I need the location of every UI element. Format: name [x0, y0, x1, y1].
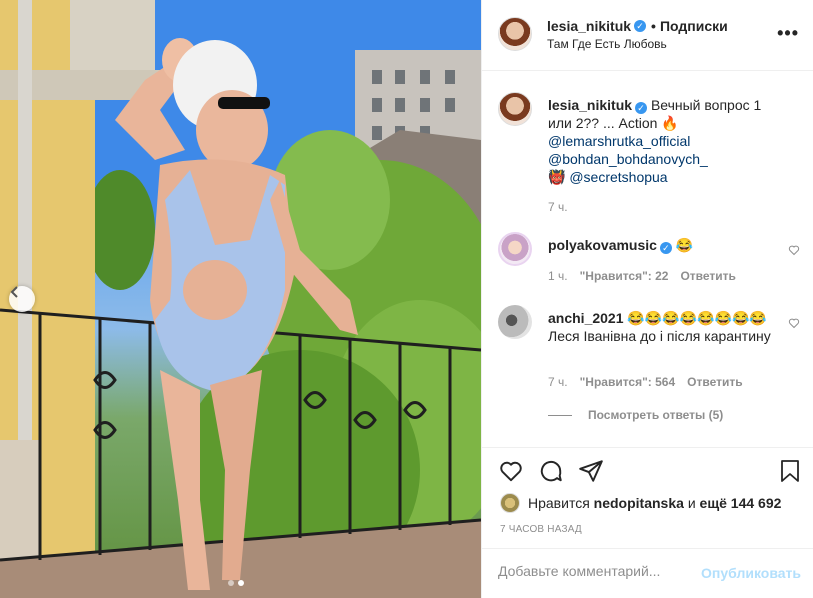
caption-avatar[interactable]: [498, 92, 532, 126]
comment-item: polyakovamusic ✓ 😂 1 ч. "Нравится": 22 От…: [498, 232, 800, 292]
post-header: lesia_nikituk ✓ • Подписки Там Где Есть …: [482, 0, 813, 71]
mention-link[interactable]: @secretshopua: [569, 169, 667, 185]
carousel-indicator: [228, 580, 244, 586]
commenter-avatar[interactable]: [498, 232, 532, 266]
author-username[interactable]: lesia_nikituk: [547, 18, 631, 34]
verified-icon: ✓: [634, 20, 647, 32]
share-icon[interactable]: [578, 458, 604, 484]
view-replies-button[interactable]: Посмотреть ответы (5): [548, 408, 723, 422]
caption-meta: 7 ч.: [548, 200, 568, 214]
comment-time[interactable]: 1 ч.: [548, 269, 568, 283]
more-icon: •••: [777, 23, 799, 43]
post-side-panel: lesia_nikituk ✓ • Подписки Там Где Есть …: [481, 0, 813, 598]
verified-icon: ✓: [635, 102, 648, 114]
post-photo[interactable]: [0, 0, 481, 598]
view-replies-label: Посмотреть ответы (5): [588, 408, 724, 422]
previous-photo-button[interactable]: [9, 286, 35, 312]
carousel-dot-active: [238, 580, 244, 586]
replies-divider: [548, 414, 572, 416]
add-comment-bar: Опубликовать: [482, 548, 813, 598]
comment-icon[interactable]: [538, 458, 564, 484]
carousel-dot: [228, 580, 234, 586]
comment-time[interactable]: 7 ч.: [548, 375, 568, 389]
liker-username[interactable]: nedopitanska: [594, 495, 684, 511]
liker-avatar[interactable]: [500, 493, 520, 513]
comment-likes[interactable]: "Нравится": 564: [580, 375, 676, 389]
caption-author[interactable]: lesia_nikituk: [548, 97, 632, 113]
caption-time[interactable]: 7 ч.: [548, 200, 568, 214]
likes-count[interactable]: ещё 144 692: [700, 495, 782, 511]
heart-icon[interactable]: [788, 244, 800, 256]
comment-item: anchi_2021 😂😂😂😂😂😂😂😂Леся Іванівна до і пі…: [498, 305, 800, 415]
heart-icon[interactable]: [498, 458, 524, 484]
heart-icon[interactable]: [788, 317, 800, 329]
commenter-avatar[interactable]: [498, 305, 532, 339]
separator-dot: •: [651, 18, 656, 34]
comment-likes[interactable]: "Нравится": 22: [580, 269, 669, 283]
post-location[interactable]: Там Где Есть Любовь: [547, 37, 667, 51]
more-options-button[interactable]: •••: [777, 24, 799, 42]
comment-text: 😂: [675, 237, 694, 253]
verified-icon: ✓: [659, 242, 672, 254]
mention-link[interactable]: @lemarshrutka_official: [548, 133, 690, 149]
caption: lesia_nikituk ✓ Вечный вопрос 1 или 2?? .…: [498, 92, 798, 222]
publish-button[interactable]: Опубликовать: [701, 565, 801, 581]
likes-summary: Нравится nedopitanska и ещё 144 692: [500, 493, 781, 513]
comment-author[interactable]: polyakovamusic: [548, 237, 657, 253]
bookmark-icon[interactable]: [778, 458, 802, 484]
author-avatar[interactable]: [498, 17, 532, 51]
comments-list[interactable]: lesia_nikituk ✓ Вечный вопрос 1 или 2?? .…: [482, 72, 813, 447]
mention-emoji: 👹: [548, 169, 566, 185]
following-button[interactable]: Подписки: [660, 18, 728, 34]
comment-author[interactable]: anchi_2021: [548, 310, 624, 326]
likes-middle: и: [687, 495, 696, 511]
photo-illustration: [0, 0, 481, 598]
chevron-left-icon: [10, 286, 18, 298]
post-actions: Нравится nedopitanska и ещё 144 692 7 ЧА…: [482, 447, 813, 542]
comment-meta: 7 ч. "Нравится": 564 Ответить: [548, 375, 743, 389]
reply-button[interactable]: Ответить: [680, 269, 735, 283]
mention-link[interactable]: @bohdan_bohdanovych_: [548, 151, 708, 167]
likes-prefix: Нравится: [528, 495, 590, 511]
reply-button[interactable]: Ответить: [687, 375, 742, 389]
comment-input[interactable]: [498, 563, 698, 579]
comment-meta: 1 ч. "Нравится": 22 Ответить: [548, 269, 736, 283]
post-timestamp[interactable]: 7 ЧАСОВ НАЗАД: [500, 524, 582, 535]
